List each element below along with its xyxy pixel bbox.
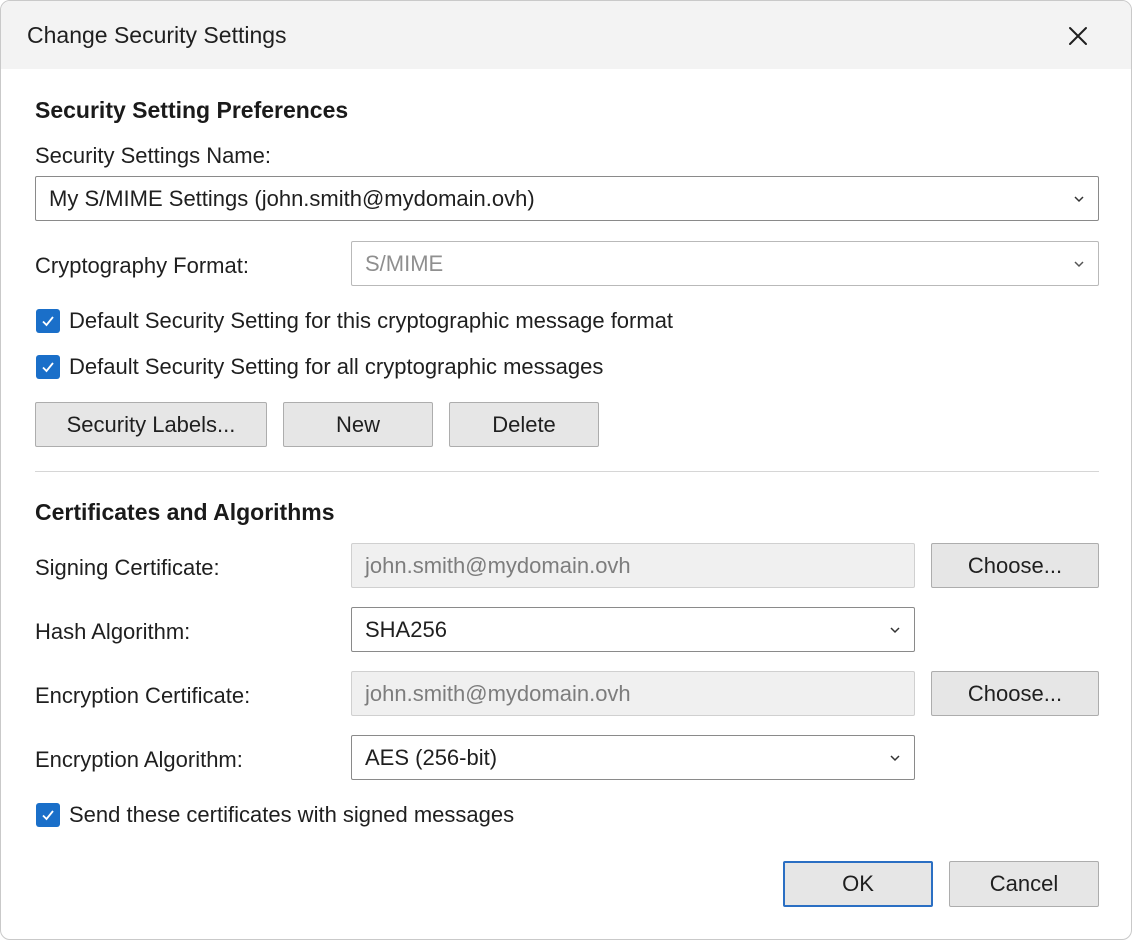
default-format-checkbox-label: Default Security Setting for this crypto…: [69, 308, 674, 333]
ok-button[interactable]: OK: [783, 861, 933, 907]
send-certificates-checkbox[interactable]: [36, 803, 60, 827]
checkmark-icon: [42, 362, 54, 373]
send-certificates-checkbox-label: Send these certificates with signed mess…: [69, 802, 515, 827]
chevron-down-icon: [1074, 195, 1084, 202]
security-labels-button[interactable]: Security Labels...: [35, 402, 267, 447]
cryptography-format-label: Cryptography Format:: [35, 253, 249, 278]
change-security-settings-dialog: Change Security Settings Security Settin…: [0, 0, 1132, 940]
chevron-down-icon: [890, 754, 900, 761]
dialog-title: Change Security Settings: [27, 22, 287, 48]
delete-button[interactable]: Delete: [449, 402, 599, 447]
signing-certificate-value: john.smith@mydomain.ovh: [365, 552, 631, 578]
security-settings-name-label: Security Settings Name:: [35, 143, 271, 168]
checkmark-icon: [42, 316, 54, 327]
security-settings-name-value: My S/MIME Settings (john.smith@mydomain.…: [49, 185, 535, 211]
signing-certificate-field: john.smith@mydomain.ovh: [351, 543, 915, 588]
hash-algorithm-label: Hash Algorithm:: [35, 619, 191, 644]
send-certificates-checkbox-row[interactable]: Send these certificates with signed mess…: [36, 802, 514, 828]
default-format-checkbox[interactable]: [36, 309, 60, 333]
default-all-checkbox-row[interactable]: Default Security Setting for all cryptog…: [36, 354, 603, 380]
certificates-section-title: Certificates and Algorithms: [35, 499, 335, 525]
default-all-checkbox[interactable]: [36, 355, 60, 379]
section-divider: [35, 471, 1099, 472]
new-button[interactable]: New: [283, 402, 433, 447]
encryption-certificate-value: john.smith@mydomain.ovh: [365, 680, 631, 706]
chevron-down-icon: [890, 626, 900, 633]
checkmark-icon: [42, 810, 54, 821]
encryption-certificate-label: Encryption Certificate:: [35, 683, 251, 708]
default-format-checkbox-row[interactable]: Default Security Setting for this crypto…: [36, 308, 673, 334]
cancel-button[interactable]: Cancel: [949, 861, 1099, 907]
signing-certificate-label: Signing Certificate:: [35, 555, 220, 580]
encryption-choose-button[interactable]: Choose...: [931, 671, 1099, 716]
encryption-certificate-field: john.smith@mydomain.ovh: [351, 671, 915, 716]
encryption-algorithm-label: Encryption Algorithm:: [35, 747, 243, 772]
cryptography-format-dropdown[interactable]: S/MIME: [351, 241, 1099, 286]
hash-algorithm-value: SHA256: [365, 616, 447, 642]
default-all-checkbox-label: Default Security Setting for all cryptog…: [69, 354, 604, 379]
encryption-algorithm-dropdown[interactable]: AES (256-bit): [351, 735, 915, 780]
cryptography-format-value: S/MIME: [365, 250, 444, 276]
encryption-algorithm-value: AES (256-bit): [365, 744, 498, 770]
preferences-section-title: Security Setting Preferences: [35, 97, 349, 123]
signing-choose-button[interactable]: Choose...: [931, 543, 1099, 588]
close-button[interactable]: [1059, 17, 1097, 55]
security-settings-name-dropdown[interactable]: My S/MIME Settings (john.smith@mydomain.…: [35, 176, 1099, 221]
hash-algorithm-dropdown[interactable]: SHA256: [351, 607, 915, 652]
close-icon: [1069, 27, 1087, 45]
title-bar: Change Security Settings: [1, 1, 1131, 69]
chevron-down-icon: [1074, 260, 1084, 267]
